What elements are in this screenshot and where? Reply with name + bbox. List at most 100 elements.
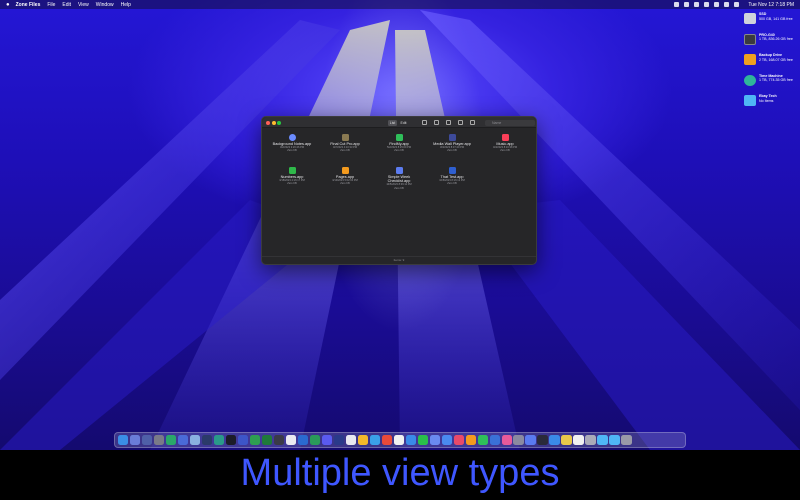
app-icon [501, 134, 509, 141]
dock-app-icon[interactable] [333, 434, 345, 446]
dock-app-icon[interactable] [357, 434, 369, 446]
dock-app-icon[interactable] [165, 434, 177, 446]
file-item[interactable]: Pages.app 3/19/2023 5:02:00 PM Zero KB [319, 167, 371, 186]
dock-app-icon[interactable] [585, 434, 596, 446]
desktop: ● Zone Files File Edit View Window Help … [0, 0, 800, 450]
drive-detail: 500 GB, 141 GB free [759, 16, 793, 21]
dock-app-icon[interactable] [249, 434, 261, 446]
dock-app-icon[interactable] [621, 434, 632, 446]
file-size: Zero KB [340, 149, 350, 153]
minimize-button[interactable] [271, 120, 276, 125]
dock-app-icon[interactable] [513, 434, 524, 446]
dock-app-icon[interactable] [261, 434, 273, 446]
drive-detail: 1 TB, 836.26 GB free [759, 37, 793, 41]
dock-app-icon[interactable] [393, 434, 405, 446]
view-edit-button[interactable]: Edit [399, 120, 408, 126]
close-button[interactable] [266, 120, 270, 125]
dock-app-icon[interactable] [345, 434, 357, 446]
dock-app-icon[interactable] [525, 434, 536, 446]
app-icon [288, 167, 296, 174]
menu-file[interactable]: File [47, 2, 55, 8]
app-icon [341, 134, 349, 141]
dock-app-icon[interactable] [453, 434, 464, 446]
status-app-icon[interactable] [674, 2, 680, 7]
drive-backup[interactable]: Backup Drive 2 TB, 168.07 GB free [744, 53, 800, 73]
folder-icon [744, 95, 756, 106]
internal-drive-icon [744, 13, 756, 24]
status-battery-icon[interactable] [704, 2, 710, 7]
dock-app-icon[interactable] [297, 434, 309, 446]
file-size: Zero KB [447, 149, 457, 153]
file-window: List Edit Background Notes.app 3/2/2023 … [261, 116, 537, 265]
app-icon [395, 134, 403, 141]
dock-app-icon[interactable] [321, 434, 333, 446]
drive-time-machine[interactable]: Time Machine 1 TB, 774.35 GB free [744, 74, 800, 94]
file-size: Zero KB [340, 182, 350, 186]
folder-ebay-tech[interactable]: Ebay Tech No Items [744, 94, 800, 114]
dock-app-icon[interactable] [381, 434, 393, 446]
status-bluetooth-icon[interactable] [694, 2, 700, 7]
sort-icon[interactable] [422, 120, 427, 125]
status-sync-icon[interactable] [684, 2, 690, 7]
dock-app-icon[interactable] [225, 434, 237, 446]
dock-app-icon[interactable] [213, 434, 225, 446]
status-wifi-icon[interactable] [714, 2, 720, 7]
file-item[interactable]: Media Wall Player.app 3/3/2023 8:37:40 P… [426, 134, 478, 153]
dock-app-icon[interactable] [429, 434, 440, 446]
file-item[interactable]: FindMy.app 5/2/2023 8:25:09 PM Zero KB [373, 134, 425, 153]
dock-app-icon[interactable] [609, 434, 620, 446]
dock-app-icon[interactable] [177, 434, 189, 446]
file-size: Zero KB [447, 182, 457, 186]
menu-app-name[interactable]: Zone Files [16, 2, 41, 8]
app-icon [448, 167, 456, 174]
search-input[interactable] [485, 119, 535, 126]
dock-app-icon[interactable] [118, 434, 129, 446]
dock-app-icon[interactable] [561, 434, 572, 446]
dock-app-icon[interactable] [273, 434, 285, 446]
arrange-icon[interactable] [434, 120, 439, 125]
file-item[interactable]: Simple Week Checklist.app 10/5/2023 8:36… [373, 167, 425, 190]
dock-app-icon[interactable] [549, 434, 560, 446]
apple-icon[interactable]: ● [6, 2, 10, 8]
menu-window[interactable]: Window [96, 2, 114, 8]
caption-text: Multiple view types [240, 452, 560, 494]
sidebar-icon[interactable] [470, 120, 475, 125]
dock-app-icon[interactable] [417, 434, 428, 446]
menu-clock[interactable]: Tue Nov 12 7:18 PM [748, 2, 794, 8]
drive-ssd[interactable]: SSD 500 GB, 141 GB free [744, 12, 800, 32]
dock-app-icon[interactable] [129, 434, 141, 446]
file-item[interactable]: Final Cut Pro.app 4/7/2023 4:10:33 PM Ze… [319, 134, 371, 153]
dock-app-icon[interactable] [309, 434, 321, 446]
file-item[interactable]: Background Notes.app 3/2/2023 3:26:46 PM… [266, 134, 318, 153]
dock-app-icon[interactable] [537, 434, 548, 446]
dock-app-icon[interactable] [489, 434, 500, 446]
dock-app-icon[interactable] [477, 434, 488, 446]
dock-app-icon[interactable] [501, 434, 512, 446]
file-item[interactable]: That Test.app 10/8/2023 8:16:12 PM Zero … [426, 167, 478, 186]
zoom-button[interactable] [277, 120, 281, 125]
dock-app-icon[interactable] [465, 434, 476, 446]
drive-name: Ebay Tech [759, 94, 777, 98]
file-item[interactable]: Numbers.app 3/18/2023 4:16:17 PM Zero KB [266, 167, 318, 186]
dock-app-icon[interactable] [237, 434, 249, 446]
dock-app-icon[interactable] [597, 434, 608, 446]
status-search-icon[interactable] [724, 2, 730, 7]
view-list-button[interactable]: List [388, 119, 397, 126]
menu-edit[interactable]: Edit [62, 2, 71, 8]
dock-app-icon[interactable] [153, 434, 165, 446]
drive-pro-g40[interactable]: PRO-G40 1 TB, 836.26 GB free [744, 33, 800, 53]
dock-app-icon[interactable] [405, 434, 417, 446]
dock-app-icon[interactable] [573, 434, 584, 446]
trash-icon[interactable] [458, 120, 463, 125]
dock-app-icon[interactable] [285, 434, 297, 446]
file-item[interactable]: Music.app 4/3/2023 8:16:38 PM Zero KB [479, 134, 531, 153]
status-control-center-icon[interactable] [734, 2, 740, 7]
dock-app-icon[interactable] [369, 434, 381, 446]
menu-help[interactable]: Help [121, 2, 131, 8]
dock-app-icon[interactable] [441, 434, 452, 446]
dock-app-icon[interactable] [189, 434, 201, 446]
grid-view-icon[interactable] [446, 120, 451, 125]
dock-app-icon[interactable] [141, 434, 153, 446]
dock-app-icon[interactable] [201, 434, 213, 446]
menu-view[interactable]: View [78, 2, 89, 8]
